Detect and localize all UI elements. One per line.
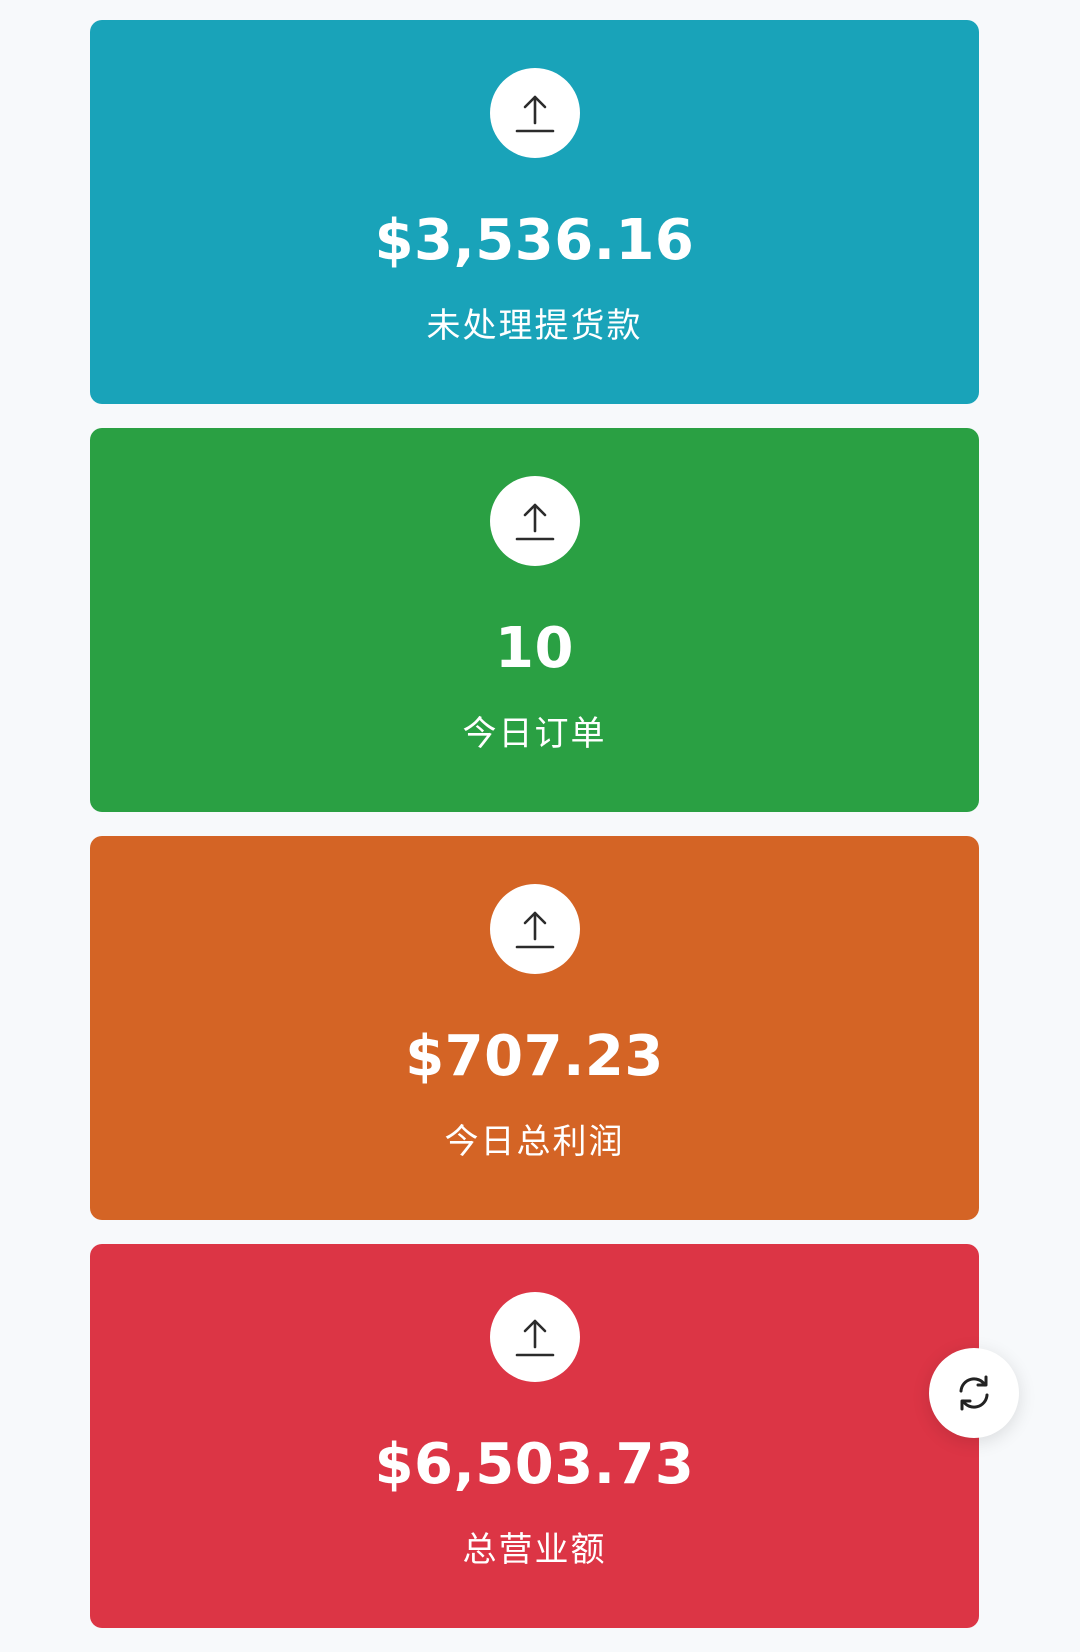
upload-arrow-icon	[489, 476, 580, 566]
stat-label: 总营业额	[462, 1530, 607, 1570]
stat-value: $3,536.16	[374, 208, 695, 273]
refresh-icon	[959, 1375, 989, 1411]
stats-card-list: $3,536.16 未处理提货款 10 今日订单 $707.23 今日总利润 $…	[90, 20, 979, 1652]
stat-value: $6,503.73	[374, 1432, 695, 1497]
upload-arrow-icon	[489, 1292, 580, 1382]
stat-card-today-profit[interactable]: $707.23 今日总利润	[90, 836, 979, 1220]
upload-arrow-icon	[489, 884, 580, 974]
stat-card-total-revenue[interactable]: $6,503.73 总营业额	[90, 1244, 979, 1628]
stat-value: 10	[495, 616, 574, 681]
stat-card-today-orders[interactable]: 10 今日订单	[90, 428, 979, 812]
refresh-button[interactable]	[929, 1348, 1019, 1438]
stat-card-pending-withdrawal[interactable]: $3,536.16 未处理提货款	[90, 20, 979, 404]
stat-label: 未处理提货款	[426, 306, 643, 346]
stat-value: $707.23	[405, 1024, 664, 1089]
stat-label: 今日总利润	[444, 1122, 625, 1162]
upload-arrow-icon	[489, 68, 580, 158]
stat-label: 今日订单	[462, 714, 607, 754]
